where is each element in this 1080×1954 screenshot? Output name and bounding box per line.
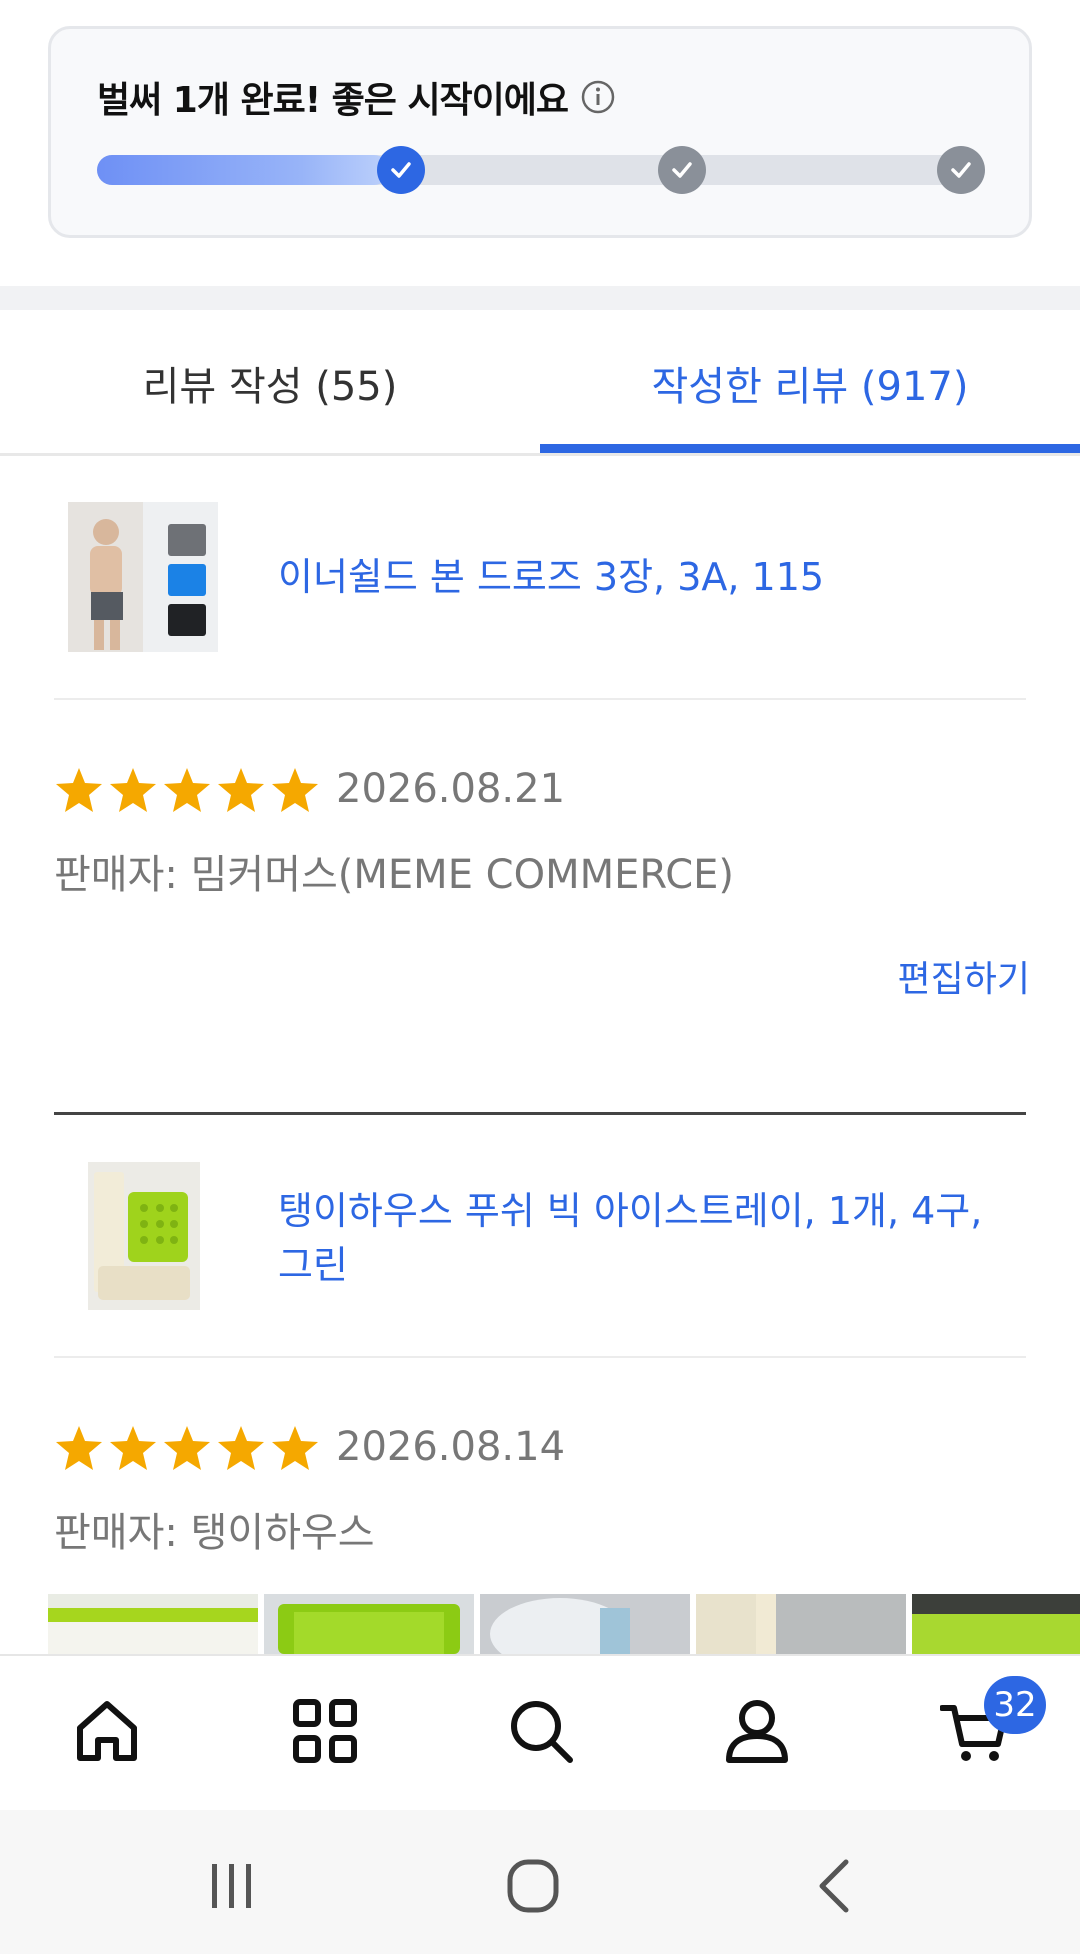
product-name-2-line1: 탱이하우스 푸쉬 빅 아이스트레이, 1개, 4구, [278,1189,983,1233]
star-icon [110,768,156,812]
divider [54,1356,1026,1358]
progress-title: 벌써 1개 완료! 좋은 시작이에요 [97,71,616,123]
tab-written-reviews[interactable]: 작성한 리뷰 (917) [540,310,1080,456]
review-date-2: 2026.08.14 [336,1424,566,1470]
review-photo-1[interactable] [48,1594,258,1654]
star-icon [164,768,210,812]
review-tabs: 리뷰 작성 (55) 작성한 리뷰 (917) [0,310,1080,456]
star-icon [218,1426,264,1470]
review-date-1: 2026.08.21 [336,766,566,812]
recents-icon[interactable] [202,1858,262,1914]
star-icon [164,1426,210,1470]
system-navigation-bar [0,1810,1080,1954]
review-photo-2[interactable] [264,1594,474,1654]
product-name-2-line2: 그린 [278,1243,348,1287]
cart-count-badge: 32 [984,1676,1046,1734]
rating-stars-1 [54,766,324,814]
star-icon [56,768,102,812]
review-photo-5[interactable] [912,1594,1080,1654]
step-1-check-icon [377,146,425,194]
seller-2: 판매자: 탱이하우스 [54,1510,375,1556]
product-name-2[interactable]: 탱이하우스 푸쉬 빅 아이스트레이, 1개, 4구, 그린 [278,1184,982,1292]
review-photo-3[interactable] [480,1594,690,1654]
categories-icon[interactable] [290,1696,360,1766]
review-photo-4[interactable] [696,1594,906,1654]
progress-track [97,155,983,185]
star-icon [272,1426,318,1470]
profile-icon[interactable] [722,1696,792,1766]
star-icon [110,1426,156,1470]
seller-1: 판매자: 밈커머스(MEME COMMERCE) [54,852,735,898]
star-icon [56,1426,102,1470]
review-separator [54,1112,1026,1115]
section-separator [0,286,1080,310]
active-tab-indicator [540,444,1080,453]
back-icon[interactable] [806,1858,866,1914]
product-name-1[interactable]: 이너쉴드 본 드로즈 3장, 3A, 115 [278,550,824,604]
product-thumbnail-2[interactable] [88,1162,200,1310]
progress-card: 벌써 1개 완료! 좋은 시작이에요 [48,26,1032,238]
bottom-navigation [0,1654,1080,1810]
progress-fill [97,155,389,185]
progress-title-text: 벌써 1개 완료! 좋은 시작이에요 [97,80,569,121]
home-icon[interactable] [72,1696,142,1766]
search-icon[interactable] [506,1696,576,1766]
divider [54,698,1026,700]
star-icon [272,768,318,812]
review-photos [48,1594,1080,1654]
step-3-check-icon [937,146,985,194]
product-thumbnail-1[interactable] [68,502,218,652]
tab-write-review[interactable]: 리뷰 작성 (55) [0,310,540,456]
rating-stars-2 [54,1424,324,1472]
star-icon [218,768,264,812]
edit-review-button[interactable]: 편집하기 [898,950,1030,1002]
home-circle-icon[interactable] [504,1858,564,1914]
info-icon[interactable] [580,79,616,115]
step-2-check-icon [658,146,706,194]
